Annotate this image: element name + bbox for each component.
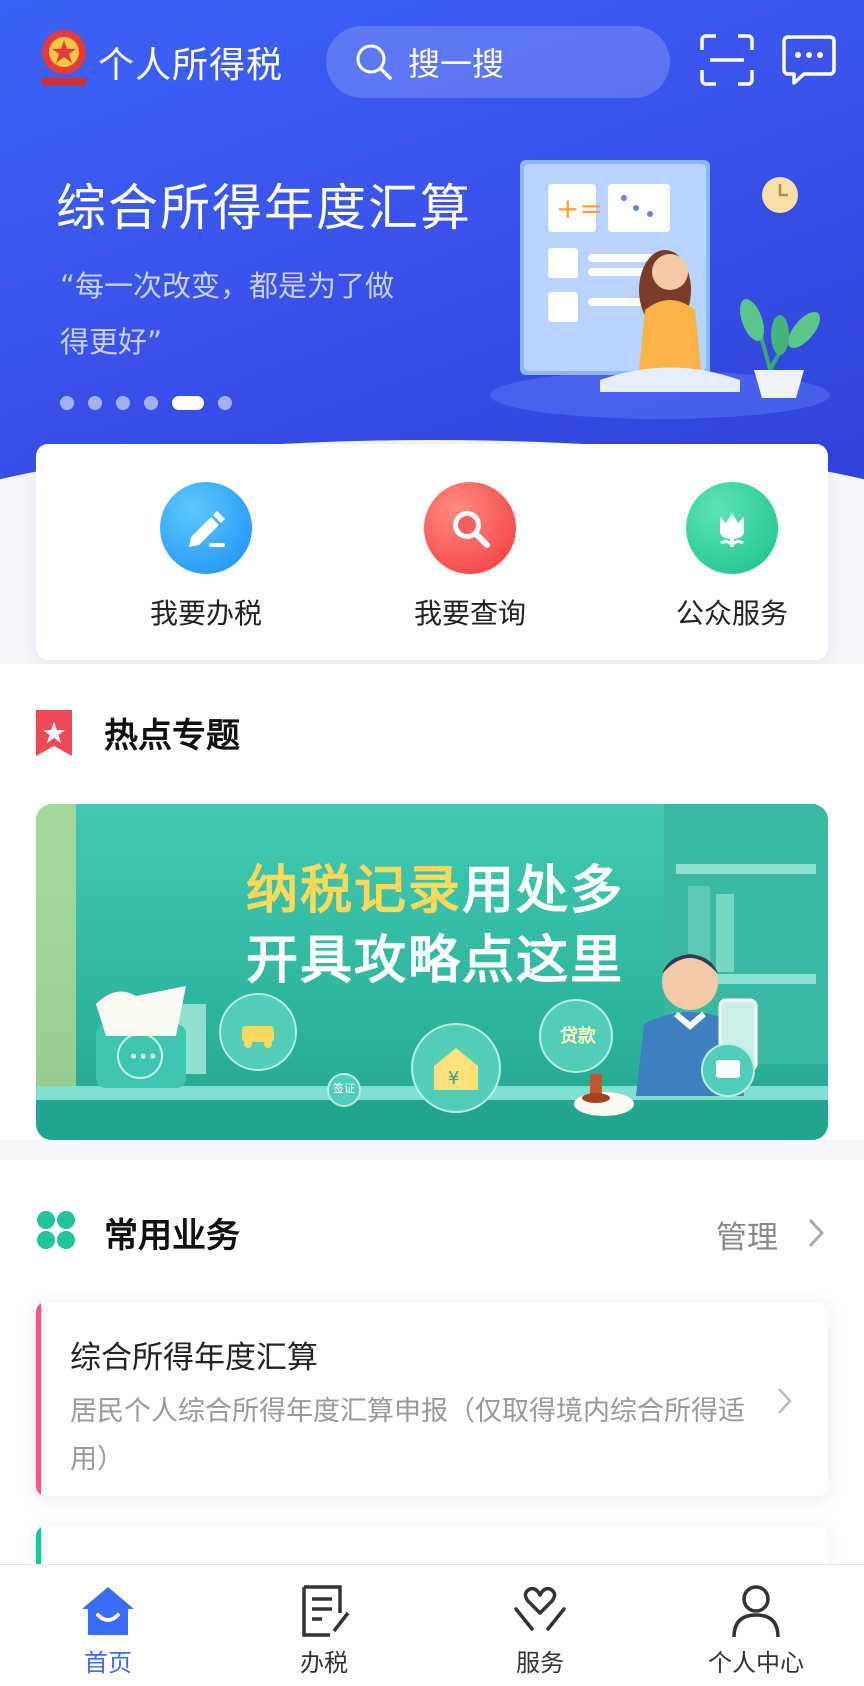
promo-tag-visa: 签证 bbox=[333, 1082, 355, 1095]
scan-icon[interactable] bbox=[700, 34, 754, 86]
svg-text:+=: += bbox=[556, 192, 603, 225]
chevron-right-icon bbox=[778, 1388, 792, 1414]
common-business-title: 常用业务 bbox=[104, 1216, 240, 1256]
person-icon bbox=[732, 1585, 780, 1638]
business-card[interactable]: 综合所得年度汇算 居民个人综合所得年度汇算申报（仅取得境内综合所得适用） bbox=[36, 1302, 828, 1496]
quick-actions-card: 我要办税 我要查询 公众服务 bbox=[36, 444, 828, 660]
svg-text:•••: ••• bbox=[129, 1047, 157, 1066]
carousel-dot bbox=[88, 396, 102, 410]
carousel-dot bbox=[116, 396, 130, 410]
home-icon bbox=[82, 1587, 134, 1635]
chevron-right-icon[interactable] bbox=[806, 1216, 826, 1250]
tab-label: 个人中心 bbox=[708, 1649, 804, 1677]
banner-title: 综合所得年度汇算 bbox=[56, 179, 472, 237]
tab-label: 办税 bbox=[300, 1649, 348, 1677]
tax-form-icon bbox=[302, 1585, 350, 1637]
tax-emblem-icon bbox=[42, 30, 86, 86]
quick-action-tax[interactable]: 我要办税 bbox=[106, 482, 306, 632]
card-accent-bar bbox=[36, 1302, 41, 1496]
tab-personal[interactable]: 个人中心 bbox=[676, 1583, 836, 1678]
magnifier-icon bbox=[424, 482, 516, 574]
svg-text:¥: ¥ bbox=[448, 1068, 459, 1089]
tab-label: 首页 bbox=[84, 1649, 132, 1677]
quick-action-label: 我要办税 bbox=[149, 597, 262, 630]
banner-illustration: += bbox=[490, 160, 830, 419]
pen-icon bbox=[160, 482, 252, 574]
tab-service[interactable]: 服务 bbox=[460, 1583, 620, 1678]
tulip-icon bbox=[686, 482, 778, 574]
manage-link[interactable]: 管理 bbox=[716, 1212, 778, 1257]
promo-highlight: 纳税记录 bbox=[246, 861, 463, 921]
app-title: 个人所得税 bbox=[98, 45, 284, 86]
promo-banner[interactable]: ••• ¥ 纳税记录用处多 开具攻略点这里 贷款 签证 bbox=[36, 804, 828, 1140]
hot-topics-title: 热点专题 bbox=[104, 716, 240, 756]
quick-action-query[interactable]: 我要查询 bbox=[370, 482, 570, 632]
card-description: 居民个人综合所得年度汇算申报（仅取得境内综合所得适用） bbox=[70, 1396, 745, 1475]
tab-home[interactable]: 首页 bbox=[28, 1583, 188, 1678]
search-placeholder: 搜一搜 bbox=[408, 45, 505, 83]
quick-action-public[interactable]: 公众服务 bbox=[632, 482, 832, 632]
top-bar: 个人所得税 搜一搜 bbox=[0, 0, 864, 120]
carousel-indicator bbox=[60, 396, 232, 410]
promo-tag-loan: 贷款 bbox=[560, 1026, 596, 1047]
card-title: 综合所得年度汇算 bbox=[70, 1340, 318, 1376]
quick-action-label: 我要查询 bbox=[413, 597, 526, 630]
promo-headline-rest: 用处多 bbox=[462, 861, 625, 921]
quick-action-label: 公众服务 bbox=[675, 597, 788, 630]
carousel-dot bbox=[144, 396, 158, 410]
grid-icon bbox=[37, 1211, 75, 1249]
carousel-dot bbox=[218, 396, 232, 410]
tab-label: 服务 bbox=[516, 1649, 564, 1677]
promo-headline-1: 纳税记录用处多 bbox=[246, 848, 624, 923]
tab-tax[interactable]: 办税 bbox=[244, 1583, 404, 1678]
carousel-dot-active bbox=[172, 396, 204, 410]
bottom-tab-bar: 首页 办税 服务 个人中心 bbox=[0, 1564, 864, 1686]
bookmark-star-icon bbox=[36, 710, 72, 756]
promo-headline-2: 开具攻略点这里 bbox=[246, 931, 625, 991]
carousel-dot bbox=[60, 396, 74, 410]
search-bar[interactable]: 搜一搜 bbox=[326, 26, 670, 98]
heart-hands-icon bbox=[514, 1586, 566, 1631]
banner-subtitle: “每一次改变，都是为了做得更好” bbox=[60, 269, 395, 359]
search-icon bbox=[356, 44, 392, 80]
message-icon[interactable] bbox=[782, 34, 836, 86]
